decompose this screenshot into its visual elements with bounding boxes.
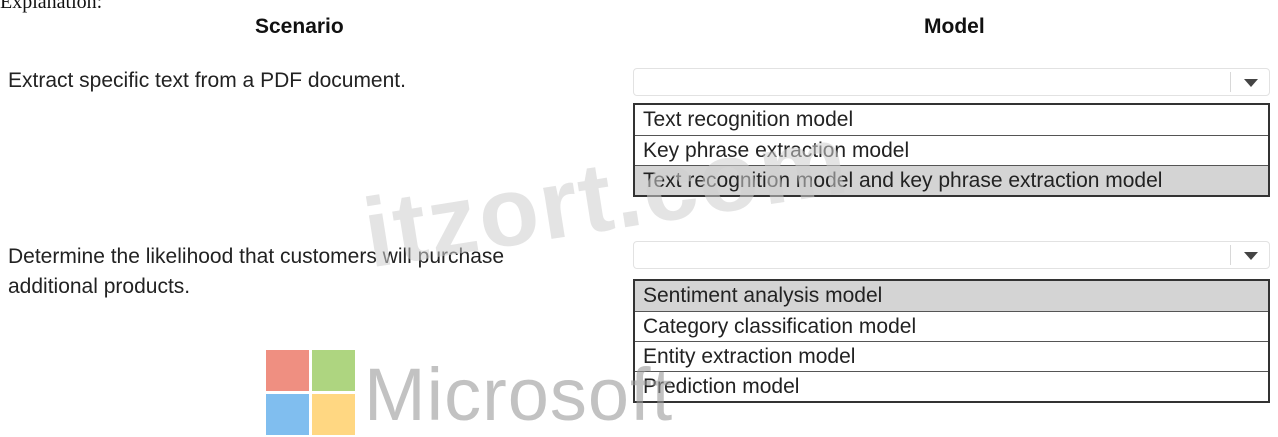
scenario-1-line-1: Extract specific text from a PDF documen… — [8, 69, 406, 92]
option-prediction[interactable]: Prediction model — [635, 371, 1268, 401]
scenario-column-header: Scenario — [255, 15, 344, 38]
model-column-header: Model — [924, 15, 985, 38]
model-dropdown-1[interactable] — [633, 68, 1270, 96]
chevron-down-icon[interactable] — [1244, 252, 1258, 260]
dropdown-1-divider — [1230, 72, 1231, 92]
option-category-classification[interactable]: Category classification model — [635, 311, 1268, 341]
option-entity-extraction[interactable]: Entity extraction model — [635, 341, 1268, 371]
option-text-recognition[interactable]: Text recognition model — [635, 105, 1268, 135]
dropdown-2-divider — [1230, 245, 1231, 265]
microsoft-logo — [266, 350, 356, 435]
scenario-2-line-1: Determine the likelihood that customers … — [8, 245, 505, 268]
model-options-list-2: Sentiment analysis model Category classi… — [633, 279, 1270, 403]
option-sentiment-analysis[interactable]: Sentiment analysis model — [635, 281, 1268, 311]
model-dropdown-2[interactable] — [633, 241, 1270, 269]
scenario-1-text: Extract specific text from a PDF documen… — [8, 66, 406, 96]
logo-yellow-square — [312, 394, 355, 435]
logo-red-square — [266, 350, 309, 391]
cut-off-heading: Explanation: — [0, 0, 103, 13]
option-text-recognition-and-key-phrase[interactable]: Text recognition model and key phrase ex… — [635, 165, 1268, 195]
model-options-list-1: Text recognition model Key phrase extrac… — [633, 103, 1270, 197]
chevron-down-icon[interactable] — [1244, 79, 1258, 87]
logo-blue-square — [266, 394, 309, 435]
brand-watermark: Microsoft — [364, 353, 674, 436]
scenario-2-line-2: additional products. — [8, 275, 191, 298]
logo-green-square — [312, 350, 355, 391]
option-key-phrase-extraction[interactable]: Key phrase extraction model — [635, 135, 1268, 165]
scenario-2-text: Determine the likelihood that customers … — [8, 242, 504, 302]
